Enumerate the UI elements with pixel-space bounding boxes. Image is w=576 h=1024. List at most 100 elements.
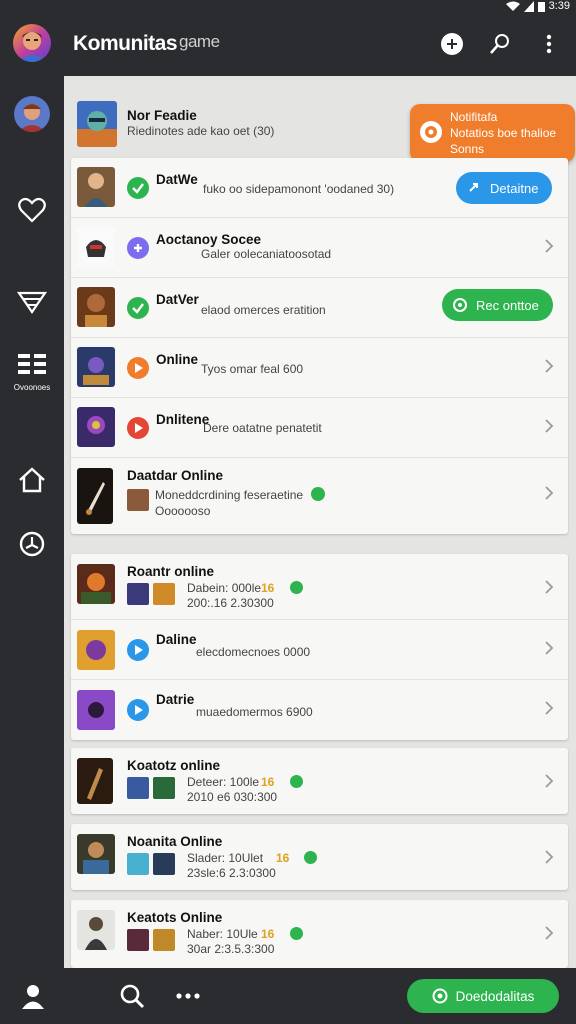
community-name: Daline — [156, 632, 197, 647]
member-avatar — [153, 583, 175, 605]
details-button-label: Detaitne — [490, 180, 539, 196]
battery-icon — [537, 1, 545, 12]
community-thumbnail — [77, 630, 115, 670]
list-item[interactable]: Dnlitene Dere oatatne penatetit — [71, 398, 568, 458]
tooltip-line-3: Sonns — [450, 142, 485, 156]
home-icon[interactable] — [16, 464, 48, 496]
status-offline-icon — [127, 417, 149, 439]
community-name: DatWe — [156, 172, 198, 187]
edit-icon[interactable] — [488, 32, 512, 56]
member-avatar — [153, 853, 175, 875]
community-name: Online — [156, 352, 199, 367]
list-item[interactable]: Noanita Online Slader: 10Ulet 16 23sle:6… — [71, 824, 568, 890]
community-thumbnail — [77, 834, 115, 874]
chevron-right-icon[interactable] — [544, 486, 554, 500]
status-time: 3:39 — [548, 0, 570, 12]
add-icon[interactable] — [440, 32, 464, 56]
chevron-right-icon[interactable] — [544, 580, 554, 594]
status-away-icon — [127, 237, 149, 259]
more-horiz-icon[interactable] — [174, 982, 202, 1010]
sidebar-avatar[interactable] — [14, 96, 50, 132]
app-title: Komunitas game — [73, 32, 220, 56]
list-item[interactable]: Daatdar Online Moneddcrdining feseraetin… — [71, 458, 568, 534]
chevron-right-icon[interactable] — [544, 239, 554, 253]
chevron-right-icon[interactable] — [544, 419, 554, 433]
reconnect-button[interactable]: Rec onttoe — [442, 289, 553, 321]
community-name: Datrie — [156, 692, 195, 707]
chevron-right-icon[interactable] — [544, 926, 554, 940]
menu-grid-button[interactable]: Ovoonoes — [6, 352, 58, 392]
search-icon[interactable] — [118, 982, 146, 1010]
member-avatar — [127, 777, 149, 799]
community-icon — [432, 988, 448, 1004]
community-subtitle: muaedomermos 6900 — [196, 705, 313, 719]
member-avatar — [127, 583, 149, 605]
community-thumbnail — [77, 407, 115, 447]
community-subtitle: Slader: 10Ulet — [187, 851, 264, 865]
community-subtitle: Deteer: 100le — [187, 775, 260, 789]
more-vert-icon[interactable] — [537, 32, 561, 56]
chevron-right-icon[interactable] — [544, 641, 554, 655]
notification-tooltip[interactable]: Notifitafa Notatios boe thalioe Sonns — [410, 104, 575, 170]
chevron-right-icon[interactable] — [544, 850, 554, 864]
app-title-text: Komunitas — [73, 32, 178, 55]
community-thumbnail — [77, 564, 115, 604]
chevron-right-icon[interactable] — [544, 774, 554, 788]
featured-name: Nor Feadie — [127, 108, 197, 123]
heart-icon[interactable] — [16, 194, 48, 226]
menu-grid-label: Ovoonoes — [13, 383, 51, 392]
notification-icon — [420, 121, 442, 143]
history-icon[interactable] — [16, 528, 48, 560]
community-thumbnail — [77, 758, 113, 804]
community-subtitle: elecdomecnoes 0000 — [196, 645, 311, 659]
status-busy-icon — [127, 357, 149, 379]
community-thumbnail — [77, 167, 115, 207]
signal-icon — [523, 0, 534, 12]
community-subtitle: Naber: 10Ule — [187, 927, 258, 941]
community-thumbnail — [77, 227, 115, 267]
community-group-4: Noanita Online Slader: 10Ulet 16 23sle:6… — [71, 824, 568, 890]
chevron-right-icon[interactable] — [544, 701, 554, 715]
bottom-navigation: Doedodalitas — [0, 968, 576, 1024]
list-item[interactable]: Koatotz online Deteer: 100le 16 2010 e6 … — [71, 748, 568, 814]
community-name: Aoctanoy Socee — [156, 232, 262, 247]
community-thumbnail — [77, 468, 113, 524]
member-avatar — [127, 853, 149, 875]
list-item[interactable]: Online Tyos omar feal 600 — [71, 338, 568, 398]
list-item[interactable]: Datrie muaedomermos 6900 — [71, 680, 568, 740]
user-avatar[interactable] — [13, 24, 51, 62]
member-avatar — [127, 489, 149, 511]
status-idle-icon — [127, 639, 149, 661]
community-name: Koatotz online — [127, 758, 220, 773]
top-app-bar: Komunitas game — [0, 14, 576, 76]
profile-icon[interactable] — [19, 982, 47, 1010]
list-item[interactable]: DatVer elaod omerces eratition Rec ontto… — [71, 278, 568, 338]
member-avatar — [153, 777, 175, 799]
community-subtitle: Galer oolecaniatoosotad — [201, 247, 332, 261]
verified-icon — [290, 581, 303, 594]
featured-subtitle: Riedinotes ade kao oet (30) — [127, 124, 275, 138]
count-badge: 16 — [261, 775, 275, 789]
community-thumbnail — [77, 690, 115, 730]
filter-icon[interactable] — [16, 286, 48, 318]
community-group-2: Roantr online Dabein: 000le 16 200:.16 2… — [71, 554, 568, 740]
community-name: Keatots Online — [127, 910, 223, 925]
community-meta: Ooooooso — [155, 504, 211, 518]
chevron-right-icon[interactable] — [544, 359, 554, 373]
reconnect-icon — [453, 298, 467, 312]
app-title-suffix: game — [179, 32, 220, 51]
community-cta-button[interactable]: Doedodalitas — [407, 979, 559, 1013]
list-item[interactable]: Aoctanoy Socee Galer oolecaniatoosotad — [71, 218, 568, 278]
community-name: Roantr online — [127, 564, 214, 579]
count-badge: 16 — [261, 581, 275, 595]
details-button[interactable]: Detaitne — [456, 172, 553, 204]
verified-icon — [304, 851, 317, 864]
list-item[interactable]: Daline elecdomecnoes 0000 — [71, 620, 568, 680]
list-item[interactable]: DatWe fuko oo sidepamonont 'oodaned 30) … — [71, 158, 568, 218]
tooltip-line-2: Notatios boe thalioe — [450, 126, 557, 140]
community-name: Dnlitene — [156, 412, 210, 427]
link-icon — [469, 183, 478, 192]
list-item[interactable]: Keatots Online Naber: 10Ule 16 30ar 2:3.… — [71, 900, 568, 968]
list-item[interactable]: Roantr online Dabein: 000le 16 200:.16 2… — [71, 554, 568, 620]
community-subtitle: Moneddcrdining feseraetine — [155, 488, 304, 502]
